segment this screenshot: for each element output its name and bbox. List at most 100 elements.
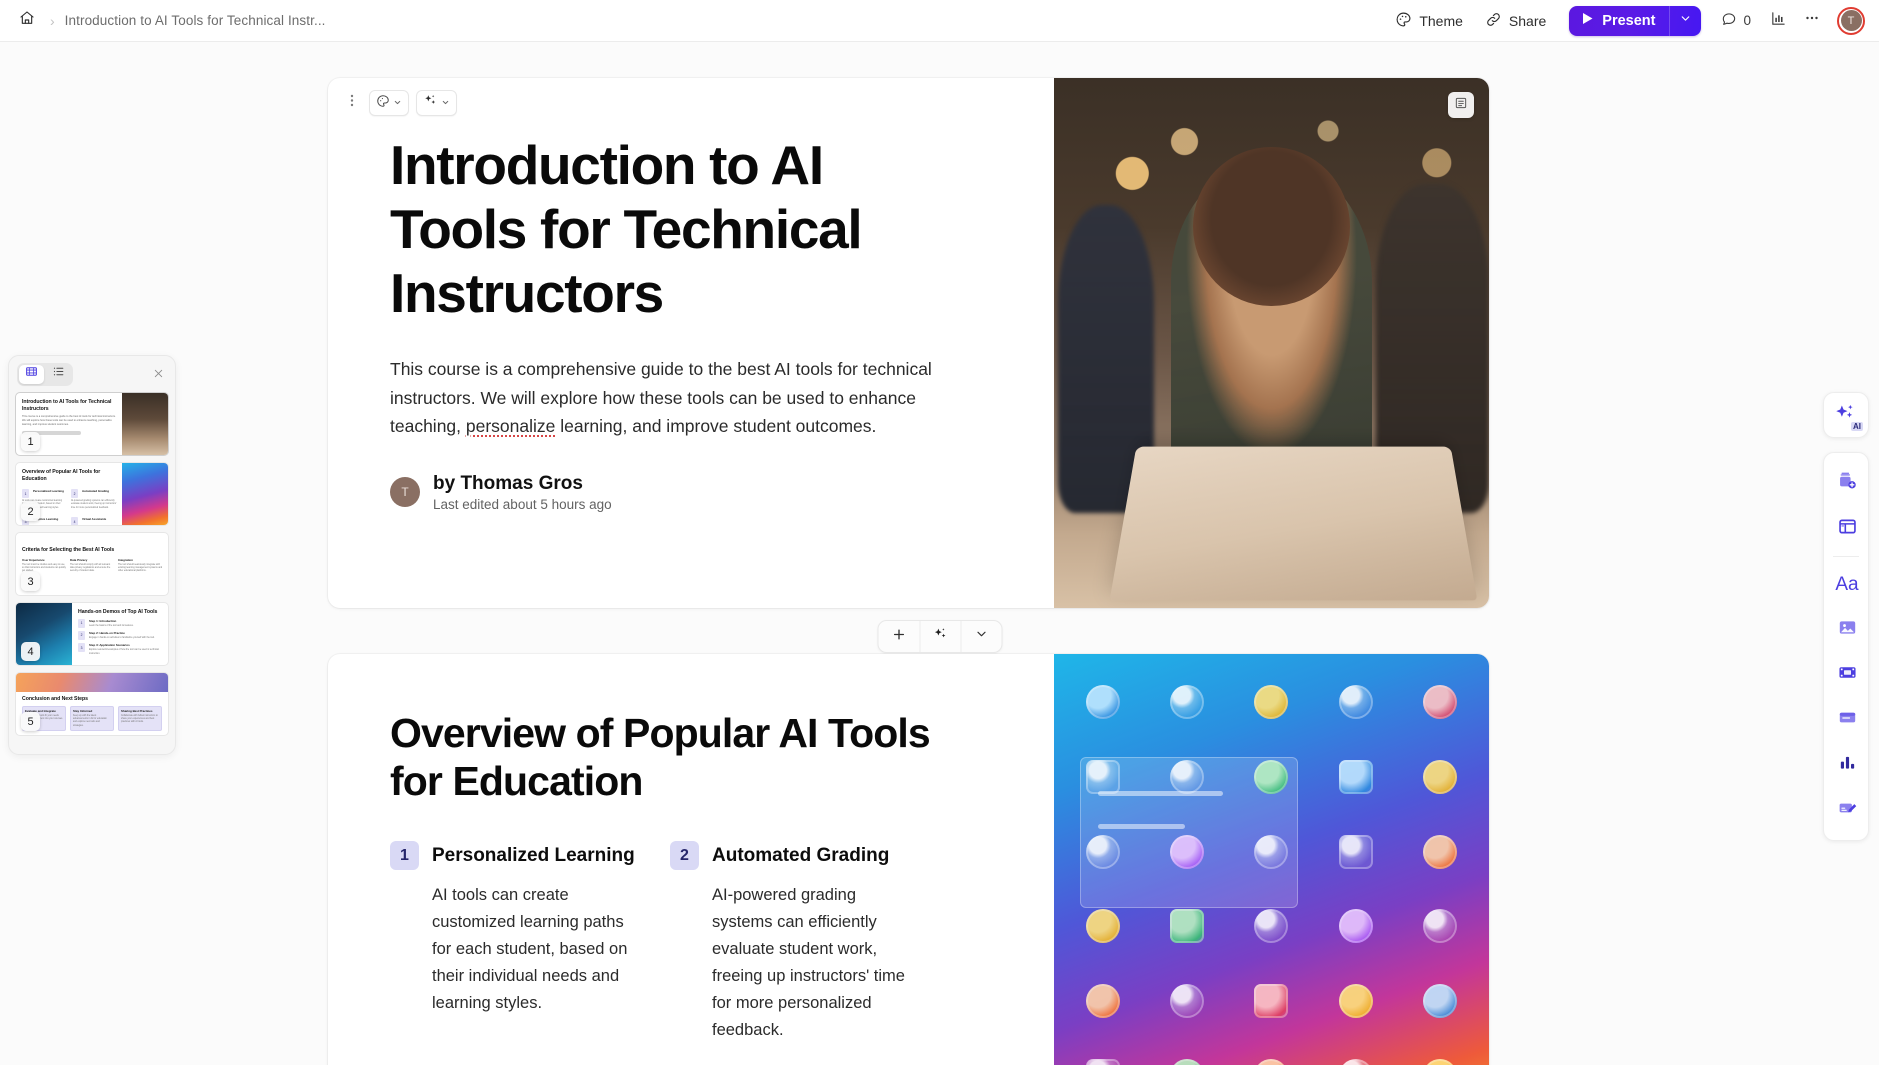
thumbnail-columns: User Experience The tool must be intuiti…: [22, 558, 163, 574]
chart-icon: [1837, 752, 1858, 778]
slide-thumbnail[interactable]: Hands-on Demos of Top AI Tools 1 Step 1:…: [15, 602, 169, 666]
thumbnail-column-head: User Experience: [22, 557, 45, 562]
toolbar-divider: [1833, 556, 1859, 557]
slide-card-1[interactable]: Introduction to AI Tools for Technical I…: [328, 78, 1489, 608]
thumbnail-feature-num: 4: [71, 517, 78, 525]
slide-thumbnail[interactable]: Criteria for Selecting the Best AI Tools…: [15, 532, 169, 596]
slide-1-subtitle[interactable]: This course is a comprehensive guide to …: [390, 355, 980, 441]
comment-icon: [1721, 11, 1737, 30]
grid-view-button[interactable]: [19, 364, 44, 384]
image-icon: [1837, 617, 1858, 643]
present-dropdown-button[interactable]: [1669, 5, 1701, 36]
video-icon: [1837, 662, 1858, 688]
layout-button[interactable]: [1824, 506, 1870, 551]
avatar-initial: T: [1840, 10, 1862, 31]
thumbnail-title: Introduction to AI Tools for Technical I…: [22, 399, 112, 412]
feature-item[interactable]: 2 Automated Grading AI-powered grading s…: [670, 841, 918, 1043]
home-button[interactable]: [14, 8, 40, 34]
image-layout-button[interactable]: [1448, 92, 1474, 118]
slide-thumbnail-list[interactable]: Introduction to AI Tools for Technical I…: [15, 392, 169, 752]
add-slide-button[interactable]: [878, 621, 919, 652]
thumbnail-card-text: Keep up with the latest advancements in …: [73, 714, 107, 727]
spellcheck-word[interactable]: personalize: [466, 416, 556, 436]
thumbnail-body: This course is a comprehensive guide to …: [22, 415, 116, 426]
slide-theme-button[interactable]: [369, 90, 409, 116]
more-options-button[interactable]: [1797, 6, 1827, 36]
embed-button[interactable]: [1824, 697, 1870, 742]
sparkles-ai-icon: AI: [1833, 402, 1863, 431]
slide-2-title[interactable]: Overview of Popular AI Tools for Educati…: [390, 710, 992, 805]
slide-navigator-panel: Introduction to AI Tools for Technical I…: [8, 355, 176, 755]
sparkles-icon: [932, 626, 948, 647]
ai-generate-slide-button[interactable]: [919, 621, 960, 652]
thumbnail-step-num: 3: [78, 643, 85, 653]
insert-toolbar: Aa: [1823, 452, 1869, 841]
hero-photo-classroom: [1054, 78, 1489, 608]
author-info: by Thomas Gros Last edited about 5 hours…: [433, 473, 612, 512]
close-icon: [153, 367, 164, 382]
thumbnail-image: [122, 463, 168, 525]
thumbnail-number: 1: [21, 432, 40, 451]
thumbnail-column-head: Integration: [118, 557, 133, 562]
slide-ai-button[interactable]: [416, 90, 457, 116]
thumbnail-card-text: Collaborate with fellow instructors to s…: [121, 714, 158, 724]
feature-text: AI-powered grading systems can efficient…: [712, 886, 905, 1039]
more-insert-options-button[interactable]: [960, 621, 1001, 652]
comment-count: 0: [1743, 13, 1751, 28]
thumbnail-step-num: 2: [78, 630, 85, 640]
laptop: [1109, 447, 1478, 601]
add-card-button[interactable]: [1824, 461, 1870, 506]
drag-handle-button[interactable]: [342, 90, 362, 116]
last-edited-text: Last edited about 5 hours ago: [433, 496, 612, 512]
slide-2-image[interactable]: [1054, 654, 1489, 1065]
slide-card-2[interactable]: Overview of Popular AI Tools for Educati…: [328, 654, 1489, 1065]
chart-button[interactable]: [1824, 742, 1870, 787]
share-button[interactable]: Share: [1476, 5, 1555, 37]
slide-1-body: Introduction to AI Tools for Technical I…: [328, 78, 1054, 608]
breadcrumb: › Introduction to AI Tools for Technical…: [0, 8, 326, 34]
thumbnail-text: Hands-on Demos of Top AI Tools 1 Step 1:…: [72, 603, 168, 665]
breadcrumb-title[interactable]: Introduction to AI Tools for Technical I…: [65, 13, 326, 28]
thumbnail-step-head: Step 1: Introduction: [89, 618, 117, 623]
grid-view-icon: [25, 365, 38, 383]
slide-1-title[interactable]: Introduction to AI Tools for Technical I…: [390, 134, 950, 325]
slide-thumbnail[interactable]: Conclusion and Next Steps Evaluate and I…: [15, 672, 169, 736]
insert-slide-toolbar: [877, 620, 1002, 653]
infographic-icon-grid: [1054, 654, 1489, 1065]
slide-1-image[interactable]: [1054, 78, 1489, 608]
ai-assistant-button[interactable]: AI: [1823, 392, 1869, 438]
theme-button[interactable]: Theme: [1386, 5, 1472, 37]
video-button[interactable]: [1824, 652, 1870, 697]
thumbnail-number: 3: [21, 572, 40, 591]
close-panel-button[interactable]: [149, 365, 167, 383]
add-card-icon: [1837, 471, 1858, 497]
present-label: Present: [1602, 12, 1656, 29]
thumbnail-card-head: Sharing Best Practices: [121, 708, 153, 713]
view-mode-toggle: [17, 362, 73, 386]
user-avatar[interactable]: T: [1837, 6, 1865, 35]
thumbnail-number: 2: [21, 502, 40, 521]
list-view-button[interactable]: [46, 365, 71, 384]
text-button[interactable]: Aa: [1824, 562, 1870, 607]
thumbnail-feature-title: Virtual Assistants: [82, 517, 107, 522]
comments-button[interactable]: 0: [1713, 5, 1759, 36]
draw-button[interactable]: [1824, 787, 1870, 832]
thumbnail-step-num: 1: [78, 618, 85, 628]
thumbnail-feature-num: 1: [22, 489, 29, 499]
drag-handle-icon: [346, 93, 358, 113]
slide-panel-header: [15, 362, 169, 386]
thumbnail-image: [16, 673, 168, 693]
image-button[interactable]: [1824, 607, 1870, 652]
feature-item[interactable]: 1 Personalized Learning AI tools can cre…: [390, 841, 638, 1043]
feature-title: Automated Grading: [712, 845, 890, 867]
thumbnail-title: Hands-on Demos of Top AI Tools: [78, 609, 158, 615]
thumbnail-feature-num: 2: [71, 489, 78, 499]
present-button[interactable]: Present: [1569, 6, 1669, 36]
analytics-button[interactable]: [1763, 6, 1793, 36]
sparkles-icon: [423, 93, 438, 113]
slide-thumbnail[interactable]: Introduction to AI Tools for Technical I…: [15, 392, 169, 456]
slide-thumbnail[interactable]: Overview of Popular AI Tools for Educati…: [15, 462, 169, 526]
link-icon: [1485, 11, 1502, 31]
slide-2-body: Overview of Popular AI Tools for Educati…: [328, 654, 1054, 1065]
thumbnail-feature-text: AI-powered grading systems can efficient…: [71, 500, 117, 509]
